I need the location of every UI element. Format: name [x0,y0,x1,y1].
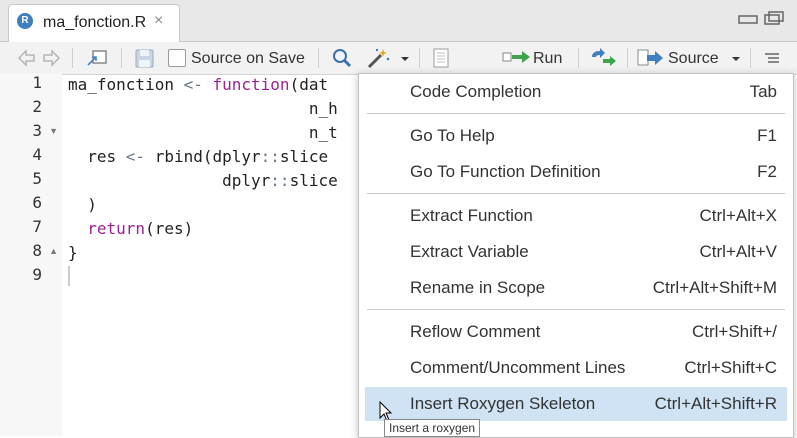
file-tab[interactable]: R ma_fonction.R × [8,4,180,42]
rerun-icon[interactable] [588,47,618,69]
menu-item-shortcut: Ctrl+Alt+V [699,242,777,261]
menu-item-label: Go To Help [410,126,495,145]
magic-wand-icon[interactable] [366,47,394,69]
menu-item-reflow-comment[interactable]: Reflow Comment Ctrl+Shift+/ [359,315,793,349]
menu-item-shortcut: Ctrl+Alt+Shift+R [654,394,777,413]
line-number: 7 [32,217,42,236]
line-number: 2 [32,97,42,116]
code-line: n_h [68,99,338,118]
editor-toolbar: Source on Save Run Source [0,42,797,75]
toolbar-divider [72,48,73,68]
menu-item-label: Comment/Uncomment Lines [410,358,626,377]
tooltip: Insert a roxygen [384,419,481,437]
menu-item-label: Extract Function [410,206,533,225]
code-tools-menu: Code Completion Tab Go To Help F1 Go To … [358,73,794,438]
menu-item-shortcut: Ctrl+Alt+Shift+M [652,278,777,297]
menu-separator [367,193,785,194]
menu-item-shortcut: F1 [757,126,777,145]
fold-marker-icon[interactable]: ▼ [49,126,58,136]
menu-item-label: Extract Variable [410,242,529,261]
code-line: n_t [68,123,338,142]
run-arrow-icon[interactable] [502,47,532,69]
menu-item-extract-function[interactable]: Extract Function Ctrl+Alt+X [359,199,793,233]
back-arrow-icon[interactable] [16,47,36,69]
search-icon[interactable] [331,47,353,69]
line-number: 6 [32,193,42,212]
menu-item-shortcut: Ctrl+Shift+/ [691,322,777,341]
line-number: 5 [32,169,42,188]
toolbar-divider [750,48,751,68]
menu-item-label: Insert Roxygen Skeleton [410,394,596,413]
menu-item-insert-roxygen-skeleton[interactable]: Insert Roxygen Skeleton Ctrl+Alt+Shift+R [365,387,787,421]
close-tab-icon[interactable]: × [154,12,163,30]
menu-item-shortcut: F2 [757,162,777,181]
save-icon[interactable] [134,47,156,69]
line-number: 1 [32,73,42,92]
r-file-icon: R [17,13,33,29]
fold-marker-icon[interactable]: ▲ [49,246,58,256]
menu-item-shortcut: Ctrl+Shift+C [684,358,777,377]
code-line: res <- rbind(dplyr::slice [68,147,329,166]
menu-separator [367,113,785,114]
text-cursor [68,266,70,286]
toolbar-divider [121,48,122,68]
toolbar-divider [419,48,420,68]
code-line: ma_fonction <- function(dat [68,75,329,94]
chevron-down-icon[interactable] [731,47,741,69]
code-line: } [68,243,78,262]
chevron-down-icon[interactable] [400,47,410,69]
minimize-pane-icon[interactable] [738,11,758,25]
menu-item-code-completion[interactable]: Code Completion Tab [359,75,793,109]
menu-item-go-to-function-definition[interactable]: Go To Function Definition F2 [359,155,793,189]
code-line: return(res) [87,219,194,238]
line-number: 8 [32,241,42,260]
editor-tab-bar: R ma_fonction.R × [0,0,797,42]
source-icon[interactable] [637,47,665,69]
menu-separator [367,309,785,310]
menu-item-shortcut: Tab [749,82,777,101]
code-line: dplyr::slice [68,171,338,190]
menu-item-label: Rename in Scope [410,278,546,297]
menu-item-label: Go To Function Definition [410,162,601,181]
menu-item-label: Code Completion [410,82,542,101]
toolbar-divider [627,48,628,68]
menu-item-shortcut: Ctrl+Alt+X [699,206,777,225]
outline-icon[interactable] [762,47,782,69]
line-number: 9 [32,265,42,284]
line-number: 3 [32,121,42,140]
menu-item-go-to-help[interactable]: Go To Help F1 [359,119,793,153]
menu-item-comment-uncomment-lines[interactable]: Comment/Uncomment Lines Ctrl+Shift+C [359,351,793,385]
toolbar-divider [318,48,319,68]
maximize-pane-icon[interactable] [764,11,784,25]
menu-item-extract-variable[interactable]: Extract Variable Ctrl+Alt+V [359,235,793,269]
forward-arrow-icon[interactable] [42,47,62,69]
file-tab-label: ma_fonction.R [43,14,147,31]
code-line: ) [68,195,97,214]
menu-item-rename-in-scope[interactable]: Rename in Scope Ctrl+Alt+Shift+M [359,271,793,305]
line-number-gutter: 1 2 3 ▼ 4 5 6 7 8 ▲ 9 [0,73,62,436]
menu-item-label: Reflow Comment [410,322,541,341]
line-number: 4 [32,145,42,164]
source-on-save-checkbox[interactable] [168,49,186,67]
notebook-icon[interactable] [430,47,452,69]
run-label[interactable]: Run [533,50,562,68]
source-on-save-label: Source on Save [191,50,305,67]
source-label[interactable]: Source [668,50,719,68]
show-in-window-icon[interactable] [85,47,109,69]
toolbar-divider [578,48,579,68]
